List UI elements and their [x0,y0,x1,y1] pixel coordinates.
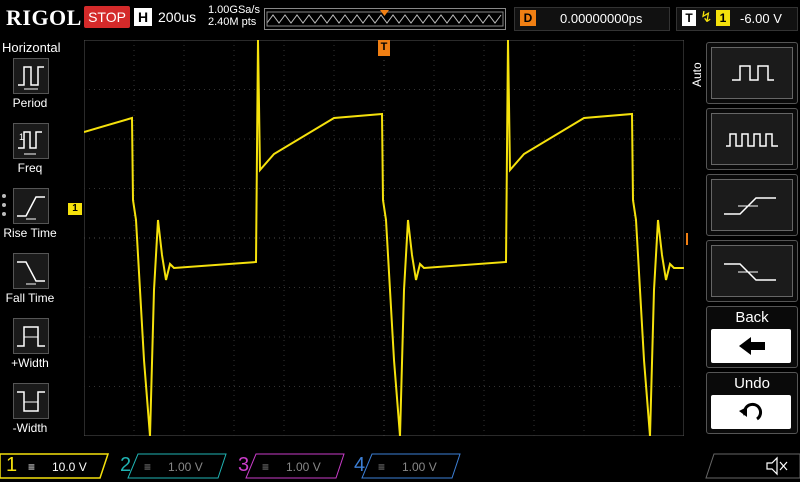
back-button[interactable]: Back [706,306,798,368]
channel-2-tab[interactable]: 2 ≡ 1.00 V [118,452,228,478]
rising-edge-icon [711,179,793,231]
brand-logo: RIGOL [6,5,82,30]
channel-3-scale: 1.00 V [286,460,321,474]
measure-period[interactable]: Period [0,58,60,122]
horizontal-measure-menu: Horizontal Period 1 Freq Rise Time Fall … [0,36,61,450]
channel-1-icon: ≡ [28,460,36,474]
memory-depth: 2.40M pts [208,16,257,28]
measure-rise-time[interactable]: Rise Time [0,188,60,252]
channel-4-number: 4 [354,454,366,476]
channel-1-number: 1 [6,454,18,476]
freq-label: Freq [17,161,43,175]
channel-2-number: 2 [120,454,132,476]
channel-1-scale: 10.0 V [52,460,87,474]
falling-edge-icon [711,245,793,297]
trigger-channel-badge: 1 [716,10,730,26]
delay-badge: D [520,10,536,26]
fall-time-label: Fall Time [5,291,55,305]
period-icon [13,58,49,94]
back-arrow-icon [711,329,791,363]
positive-width-label: +Width [11,356,49,370]
period-label: Period [12,96,48,110]
channel-2-scale: 1.00 V [168,460,203,474]
delay-value: 0.00000000ps [560,11,643,26]
fall-time-icon [13,253,49,289]
negative-width-icon [13,383,49,419]
single-pulse-icon [711,47,793,99]
frequency-icon: 1 [13,123,49,159]
channel-1-ground-marker[interactable]: 1 [68,203,82,215]
sample-info: 1.00GSa/s 2.40M pts [208,4,260,28]
sound-mute-icon[interactable] [764,455,790,477]
undo-icon [711,395,791,429]
channel-3-tab[interactable]: 3 ≡ 1.00 V [236,452,346,478]
negative-width-label: -Width [12,421,48,435]
channel-2-icon: ≡ [144,460,152,474]
memory-overview[interactable] [264,8,506,30]
measure-negative-width[interactable]: -Width [0,383,60,447]
timebase-badge: H [134,8,152,26]
pulse-train-icon [711,113,793,165]
run-stop-indicator[interactable]: STOP [84,6,130,28]
trigger-edge-icon: ↯ [700,9,713,26]
measure-fall-time[interactable]: Fall Time [0,253,60,317]
softkey-single-pulse[interactable] [706,42,798,104]
waveform-display[interactable] [83,39,685,437]
mode-label: Auto [690,62,704,88]
channel-4-icon: ≡ [378,460,386,474]
rise-time-label: Rise Time [3,226,57,240]
timebase-value[interactable]: 200us [158,9,196,25]
softkey-falling-edge[interactable] [706,240,798,302]
channel-4-scale: 1.00 V [402,460,437,474]
undo-button[interactable]: Undo [706,372,798,434]
back-label: Back [735,309,769,326]
trigger-badge: T [682,10,696,26]
measure-freq[interactable]: 1 Freq [0,123,60,187]
positive-width-icon [13,318,49,354]
trigger-level: -6.00 V [740,11,782,26]
sample-rate: 1.00GSa/s [208,4,260,16]
channel-1-tab[interactable]: 1 ≡ 10.0 V [0,452,110,478]
channel-3-icon: ≡ [262,460,270,474]
undo-label: Undo [734,375,770,392]
softkey-rising-edge[interactable] [706,174,798,236]
top-status-bar: RIGOL STOP H 200us 1.00GSa/s 2.40M pts D… [0,0,800,36]
channel-3-number: 3 [238,454,250,476]
softkey-pulse-train[interactable] [706,108,798,170]
scope-screen [83,39,685,437]
channel-4-tab[interactable]: 4 ≡ 1.00 V [352,452,462,478]
measure-positive-width[interactable]: +Width [0,318,60,382]
menu-title: Horizontal [2,40,61,55]
memory-waveform-icon [266,10,504,27]
trigger-position-marker[interactable]: T [378,40,390,56]
rise-time-icon [13,188,49,224]
svg-text:1: 1 [19,132,24,142]
